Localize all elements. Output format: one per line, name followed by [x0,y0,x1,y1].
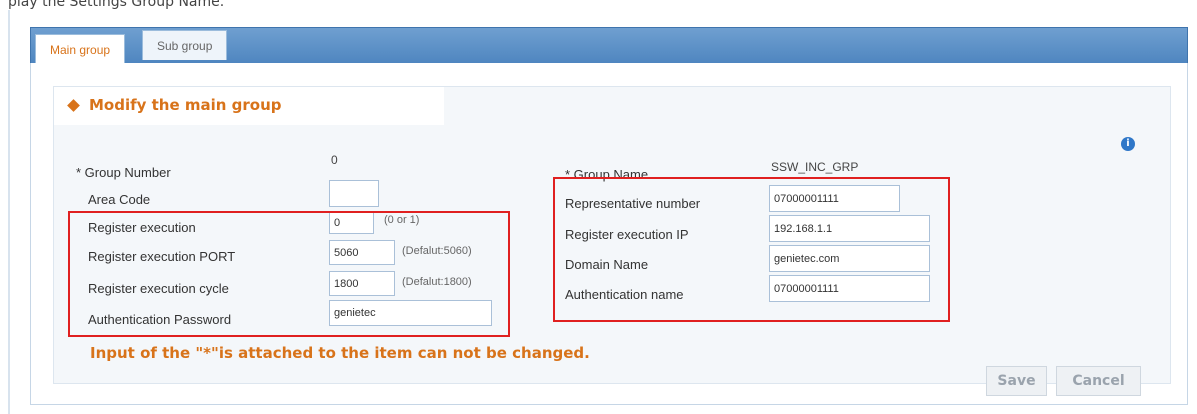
group-number-label: * Group Number [76,165,171,180]
tab-sub-group[interactable]: Sub group [142,30,228,60]
save-button[interactable]: Save [986,366,1047,396]
group-name-value: SSW_INC_GRP [771,160,859,174]
cancel-button[interactable]: Cancel [1056,366,1141,396]
group-number-value: 0 [331,153,338,167]
area-code-input[interactable] [329,180,379,207]
section-title: Modify the main group [89,96,282,114]
section-header: Modify the main group [54,87,444,125]
area-code-label: Area Code [88,192,151,207]
right-highlight-box [553,177,950,322]
readonly-note: Input of the "*"is attached to the item … [90,344,590,362]
diamond-bullet-icon [67,99,80,112]
info-icon[interactable]: i [1121,137,1135,151]
page-caption: play the Settings Group Name. [8,0,225,10]
left-highlight-box [68,211,510,337]
tab-bar: Main group Sub group [30,27,1188,65]
left-rule [8,10,10,414]
tab-main-group[interactable]: Main group [35,34,126,65]
